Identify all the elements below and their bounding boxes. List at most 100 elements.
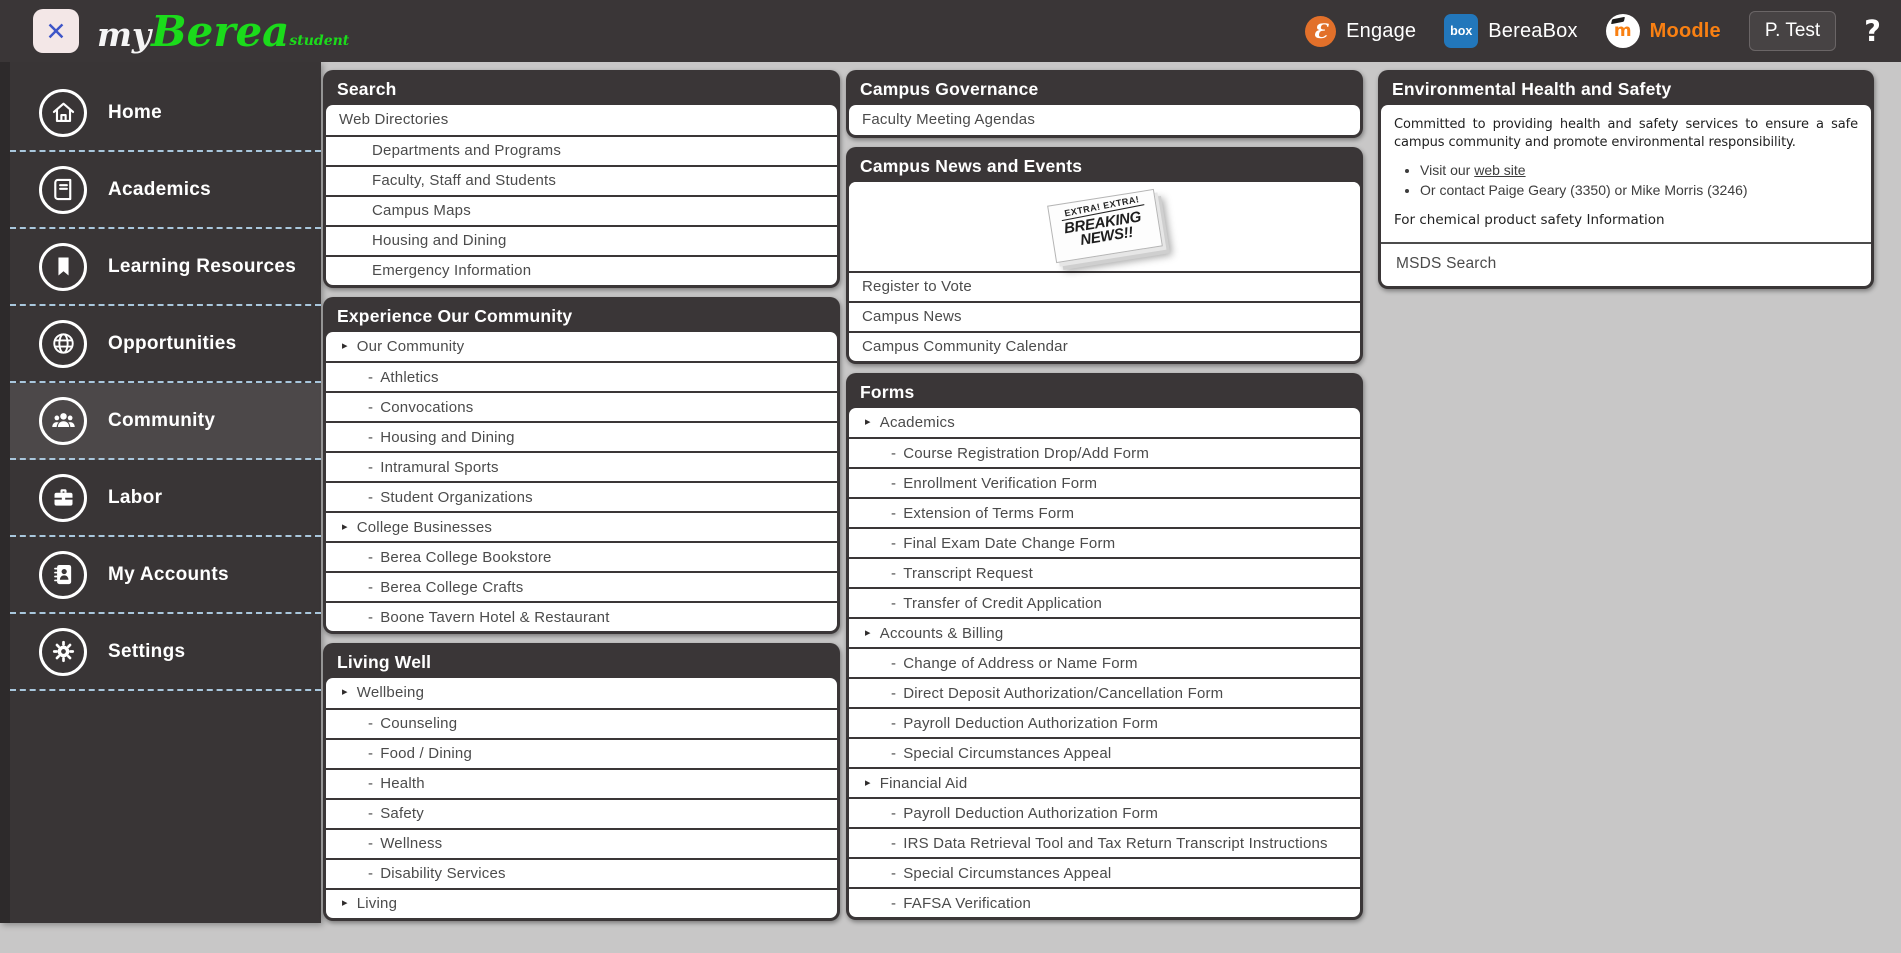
panel-row[interactable]: -FAFSA Verification: [849, 887, 1360, 917]
bullet-text: Or contact Paige Geary (3350) or Mike Mo…: [1420, 182, 1748, 198]
row-label: Athletics: [380, 369, 439, 386]
child-marker: -: [368, 835, 373, 852]
sidebar-item-learning-resources[interactable]: Learning Resources: [10, 229, 321, 306]
panel-row[interactable]: ▸Financial Aid: [849, 767, 1360, 797]
panel-row[interactable]: Emergency Information: [326, 255, 837, 285]
sidebar-item-labor[interactable]: Labor: [10, 460, 321, 537]
panel-row[interactable]: -Health: [326, 768, 837, 798]
panel-row[interactable]: -Intramural Sports: [326, 451, 837, 481]
panel-row[interactable]: Campus News: [849, 301, 1360, 331]
panel-row[interactable]: Housing and Dining: [326, 225, 837, 255]
web-site-link[interactable]: web site: [1474, 162, 1525, 178]
panel-row[interactable]: ▸Our Community: [326, 332, 837, 362]
panel-row[interactable]: -Berea College Crafts: [326, 571, 837, 601]
row-label: Campus Community Calendar: [862, 338, 1068, 355]
panel-row[interactable]: -Extension of Terms Form: [849, 497, 1360, 527]
contact-book-icon: [39, 551, 87, 599]
panel-row[interactable]: Campus Maps: [326, 195, 837, 225]
sidebar-item-settings[interactable]: Settings: [10, 614, 321, 691]
panel-row[interactable]: ▸College Businesses: [326, 511, 837, 541]
panel-row[interactable]: -Course Registration Drop/Add Form: [849, 437, 1360, 467]
info-bullet-item: Or contact Paige Geary (3350) or Mike Mo…: [1420, 182, 1858, 198]
panel-row[interactable]: -Transcript Request: [849, 557, 1360, 587]
row-label: Special Circumstances Appeal: [903, 865, 1111, 882]
panel-row[interactable]: -Enrollment Verification Form: [849, 467, 1360, 497]
panel-row[interactable]: -Change of Address or Name Form: [849, 647, 1360, 677]
row-label: Student Organizations: [380, 489, 533, 506]
row-label: Change of Address or Name Form: [903, 655, 1137, 672]
panel-row[interactable]: Register to Vote: [849, 271, 1360, 301]
info-bullet-item: Visit our web site: [1420, 162, 1858, 178]
row-label: Transcript Request: [903, 565, 1033, 582]
panel-row[interactable]: -Athletics: [326, 361, 837, 391]
panel-row[interactable]: Faculty, Staff and Students: [326, 165, 837, 195]
panel-row[interactable]: -Special Circumstances Appeal: [849, 737, 1360, 767]
panel-row[interactable]: -Disability Services: [326, 858, 837, 888]
sidebar-item-opportunities[interactable]: Opportunities: [10, 306, 321, 383]
panel-row[interactable]: -IRS Data Retrieval Tool and Tax Return …: [849, 827, 1360, 857]
sidebar-item-community[interactable]: Community: [10, 383, 321, 460]
panel-row[interactable]: -Boone Tavern Hotel & Restaurant: [326, 601, 837, 631]
panel-row[interactable]: -Payroll Deduction Authorization Form: [849, 797, 1360, 827]
help-icon[interactable]: ?: [1864, 14, 1881, 48]
child-marker: -: [368, 549, 373, 566]
row-label: Berea College Bookstore: [380, 549, 551, 566]
sidebar-item-my-accounts[interactable]: My Accounts: [10, 537, 321, 614]
child-marker: -: [891, 595, 896, 612]
sidebar-item-academics[interactable]: Academics: [10, 152, 321, 229]
info-body: Committed to providing health and safety…: [1381, 105, 1871, 286]
child-marker: -: [368, 459, 373, 476]
bereabox-link[interactable]: box BereaBox: [1444, 14, 1577, 48]
panel-row[interactable]: -Student Organizations: [326, 481, 837, 511]
panel-row[interactable]: -Safety: [326, 798, 837, 828]
child-marker: -: [368, 399, 373, 416]
panel-title: Search: [326, 73, 837, 105]
panel-body: Committed to providing health and safety…: [1381, 105, 1871, 286]
row-label: College Businesses: [357, 519, 492, 536]
panel-row[interactable]: -Special Circumstances Appeal: [849, 857, 1360, 887]
row-label: IRS Data Retrieval Tool and Tax Return T…: [903, 835, 1328, 852]
sidebar-item-label: My Accounts: [108, 564, 229, 586]
panel-row[interactable]: Campus Community Calendar: [849, 331, 1360, 361]
row-label: Departments and Programs: [372, 142, 561, 159]
child-marker: -: [368, 715, 373, 732]
msds-search-link[interactable]: MSDS Search: [1394, 255, 1858, 273]
row-label: Safety: [380, 805, 424, 822]
panel-row[interactable]: Departments and Programs: [326, 135, 837, 165]
row-label: Wellbeing: [357, 684, 424, 701]
panel-row[interactable]: -Convocations: [326, 391, 837, 421]
row-label: Campus Maps: [372, 202, 471, 219]
panel-row[interactable]: ▸Wellbeing: [326, 678, 837, 708]
panel-row[interactable]: -Wellness: [326, 828, 837, 858]
row-label: Housing and Dining: [380, 429, 515, 446]
panel-row[interactable]: -Transfer of Credit Application: [849, 587, 1360, 617]
panel-row[interactable]: Faculty Meeting Agendas: [849, 105, 1360, 135]
row-label: Health: [380, 775, 425, 792]
panel-row[interactable]: -Payroll Deduction Authorization Form: [849, 707, 1360, 737]
sidebar-item-label: Settings: [108, 641, 185, 663]
user-button[interactable]: P. Test: [1749, 11, 1836, 51]
sidebar-item-home[interactable]: Home: [10, 75, 321, 152]
panel-row[interactable]: ▸Accounts & Billing: [849, 617, 1360, 647]
panel-row[interactable]: Web Directories: [326, 105, 837, 135]
close-button[interactable]: ✕: [33, 9, 79, 53]
panel-row[interactable]: ▸Academics: [849, 408, 1360, 438]
panel-row[interactable]: -Berea College Bookstore: [326, 541, 837, 571]
breaking-news-image: EXTRA! EXTRA!BREAKING NEWS!!: [1047, 189, 1163, 263]
panel-row[interactable]: -Food / Dining: [326, 738, 837, 768]
panel-row[interactable]: -Housing and Dining: [326, 421, 837, 451]
moodle-link[interactable]: m Moodle: [1606, 14, 1721, 48]
panel-row[interactable]: -Direct Deposit Authorization/Cancellati…: [849, 677, 1360, 707]
panel-title: Campus News and Events: [849, 150, 1360, 182]
row-label: Transfer of Credit Application: [903, 595, 1102, 612]
engage-link[interactable]: Ɛ Engage: [1305, 16, 1416, 47]
top-header: ✕ my Berea student Ɛ Engage box BereaBox…: [0, 0, 1901, 62]
panel-row[interactable]: -Counseling: [326, 708, 837, 738]
moodle-letter: m: [1614, 21, 1632, 41]
row-label: Wellness: [380, 835, 442, 852]
close-icon: ✕: [46, 19, 67, 44]
panel-living-well: Living Well▸Wellbeing-Counseling-Food / …: [323, 643, 840, 921]
panel-row[interactable]: ▸Living: [326, 888, 837, 918]
panel-row[interactable]: -Final Exam Date Change Form: [849, 527, 1360, 557]
logo-my: my: [97, 15, 151, 54]
